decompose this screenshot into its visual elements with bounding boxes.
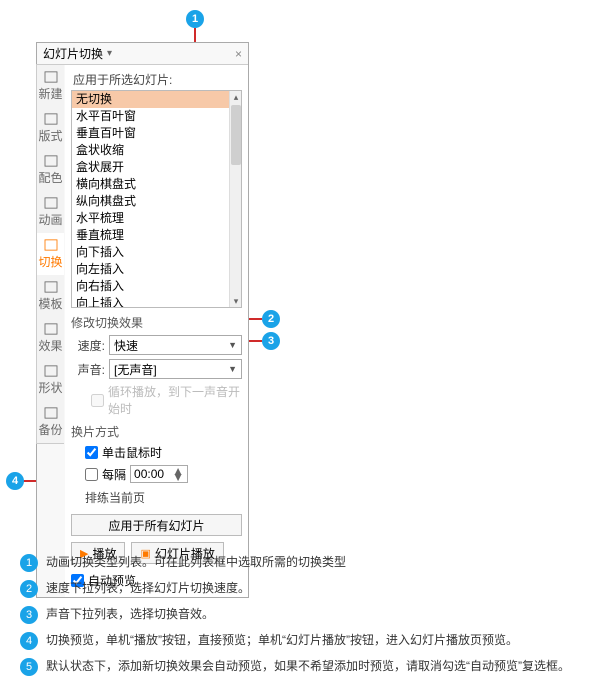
scroll-thumb[interactable] [231,105,241,165]
chevron-down-icon: ▼ [228,364,237,374]
sidebar-item-模板[interactable]: 模板 [37,275,64,317]
sidebar-item-切换[interactable]: 切换 [37,233,64,275]
close-icon[interactable]: × [235,43,242,65]
sidebar-item-label: 备份 [38,421,62,438]
apply-to-label: 应用于所选幻灯片: [73,71,242,88]
sidebar-item-label: 版式 [38,127,62,144]
transition-item[interactable]: 无切换 [72,91,229,108]
sidebar-item-label: 动画 [38,211,62,228]
sidebar-item-label: 配色 [38,169,62,186]
on-click-label: 单击鼠标时 [102,444,162,461]
transition-item[interactable]: 水平百叶窗 [72,108,229,125]
sidebar-item-label: 形状 [38,379,62,396]
sidebar-item-备份[interactable]: 备份 [37,401,64,443]
transition-item[interactable]: 盒状收缩 [72,142,229,159]
every-time-spinner[interactable]: 00:00 ▲▼ [130,465,188,483]
transition-item[interactable]: 水平梳理 [72,210,229,227]
loop-sound-label: 循环播放，到下一声音开始时 [108,383,242,417]
sidebar-item-label: 新建 [38,85,62,102]
legend-text-5: 默认状态下，添加新切换效果会自动预览，如果不希望添加时预览，请取消勾选“自动预览… [46,658,570,674]
transition-item[interactable]: 垂直梳理 [72,227,229,244]
callout-2: 2 [262,310,280,328]
legend: 1 动画切换类型列表。可在此列表框中选取所需的切换类型 2 速度下拉列表，选择幻灯片… [20,554,580,684]
callout-1: 1 [186,10,204,28]
transition-item[interactable]: 向左插入 [72,261,229,278]
scroll-up-icon[interactable]: ▴ [230,91,242,103]
sidebar: 新建版式配色动画切换模板效果形状备份 [36,64,64,444]
sound-value: [无声音] [114,361,157,378]
legend-num-5: 5 [20,658,38,676]
legend-text-4: 切换预览，单机“播放”按钮，直接预览；单机“幻灯片播放”按钮，进入幻灯片播放页预… [46,632,518,648]
chevron-down-icon: ▼ [228,340,237,350]
sidebar-item-label: 模板 [38,295,62,312]
sidebar-item-形状[interactable]: 形状 [37,359,64,401]
speed-value: 快速 [114,337,138,354]
every-label: 每隔 [102,466,126,483]
legend-text-3: 声音下拉列表，选择切换音效。 [46,606,214,622]
callout-3: 3 [262,332,280,350]
spin-down-icon[interactable]: ▼ [172,474,184,480]
on-click-checkbox[interactable] [85,446,98,459]
legend-num-2: 2 [20,580,38,598]
advance-header: 换片方式 [71,423,242,440]
panel-body: 应用于所选幻灯片: 无切换水平百叶窗垂直百叶窗盒状收缩盒状展开横向棋盘式纵向棋盘… [65,65,248,597]
every-time-value: 00:00 [134,467,164,481]
transition-item[interactable]: 向下插入 [72,244,229,261]
sidebar-item-版式[interactable]: 版式 [37,107,64,149]
sidebar-item-效果[interactable]: 效果 [37,317,64,359]
transition-item[interactable]: 横向棋盘式 [72,176,229,193]
transition-listbox[interactable]: 无切换水平百叶窗垂直百叶窗盒状收缩盒状展开横向棋盘式纵向棋盘式水平梳理垂直梳理向… [71,90,242,308]
modify-header: 修改切换效果 [71,314,242,331]
every-checkbox[interactable] [85,468,98,481]
legend-text-1: 动画切换类型列表。可在此列表框中选取所需的切换类型 [46,554,346,570]
legend-num-3: 3 [20,606,38,624]
loop-sound-checkbox [91,394,104,407]
sidebar-item-label: 效果 [38,337,62,354]
legend-num-1: 1 [20,554,38,572]
speed-combo[interactable]: 快速 ▼ [109,335,242,355]
transition-item[interactable]: 盒状展开 [72,159,229,176]
sidebar-item-配色[interactable]: 配色 [37,149,64,191]
speed-label: 速度: [71,337,105,354]
leader-line-2 [248,318,262,320]
transition-item[interactable]: 纵向棋盘式 [72,193,229,210]
transition-item[interactable]: 向上插入 [72,295,229,308]
transition-panel: 幻灯片切换 ▾ × 应用于所选幻灯片: 无切换水平百叶窗垂直百叶窗盒状收缩盒状展… [36,42,249,598]
rehearse-link[interactable]: 排练当前页 [85,489,242,506]
transition-item[interactable]: 垂直百叶窗 [72,125,229,142]
callout-4: 4 [6,472,24,490]
sound-combo[interactable]: [无声音] ▼ [109,359,242,379]
sound-label: 声音: [71,361,105,378]
panel-title: 幻灯片切换 [43,43,103,65]
transition-item[interactable]: 向右插入 [72,278,229,295]
leader-line-3 [248,340,262,342]
legend-num-4: 4 [20,632,38,650]
panel-header: 幻灯片切换 ▾ × [37,43,248,65]
listbox-scrollbar[interactable]: ▴ ▾ [229,91,241,307]
scroll-down-icon[interactable]: ▾ [230,295,242,307]
apply-all-button[interactable]: 应用于所有幻灯片 [71,514,242,536]
sidebar-item-label: 切换 [38,253,62,270]
sidebar-item-新建[interactable]: 新建 [37,65,64,107]
sidebar-item-动画[interactable]: 动画 [37,191,64,233]
chevron-down-icon[interactable]: ▾ [107,43,112,65]
legend-text-2: 速度下拉列表，选择幻灯片切换速度。 [46,580,250,596]
